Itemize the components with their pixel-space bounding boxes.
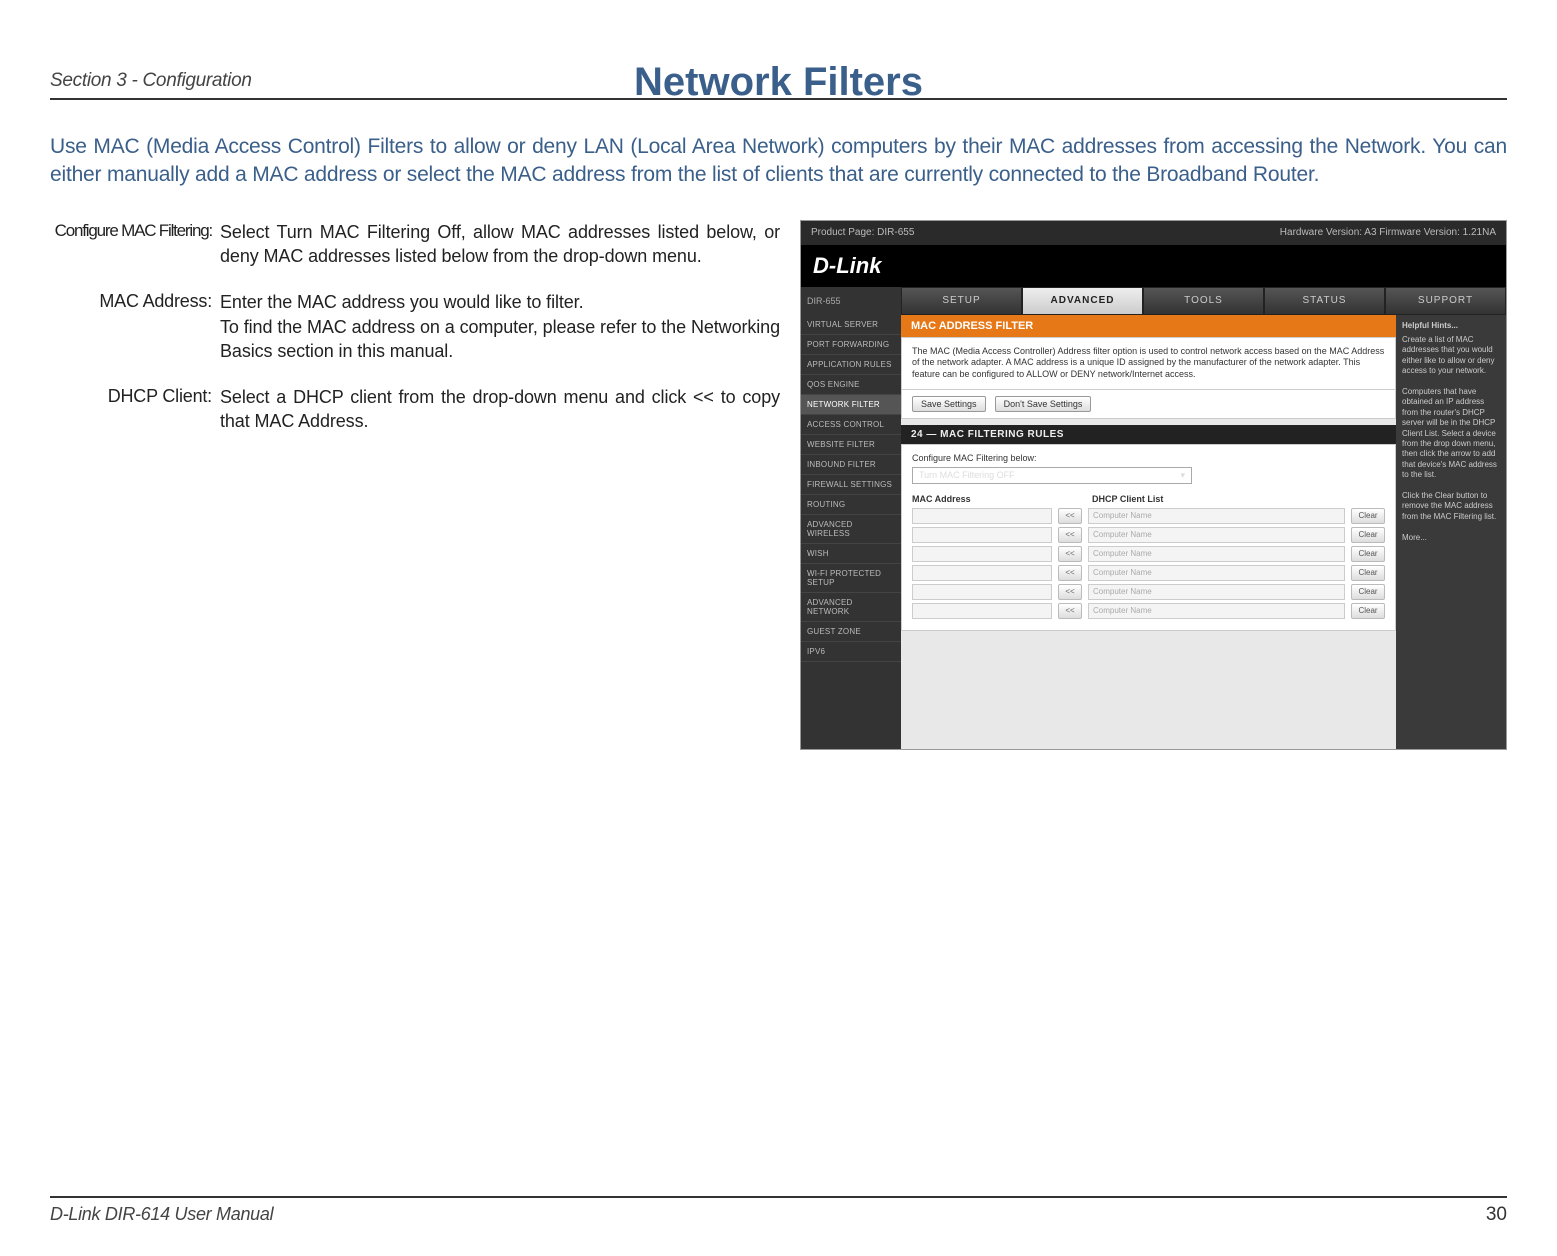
screenshot-nav: DIR-655 SETUP ADVANCED TOOLS STATUS SUPP… bbox=[801, 287, 1506, 315]
definition-text: Enter the MAC address you would like to … bbox=[220, 290, 780, 363]
sidebar-item[interactable]: APPLICATION RULES bbox=[801, 355, 901, 375]
definition-row: MAC Address: Enter the MAC address you w… bbox=[50, 290, 780, 363]
sidebar-item[interactable]: ROUTING bbox=[801, 495, 901, 515]
col-dhcp-client: DHCP Client List bbox=[1092, 494, 1385, 504]
manual-name: D-Link DIR-614 User Manual bbox=[50, 1204, 273, 1226]
page-header: Section 3 - Configuration bbox=[50, 70, 1507, 100]
dhcp-select[interactable]: Computer Name bbox=[1088, 546, 1345, 562]
rules-title-bar: 24 — MAC FILTERING RULES bbox=[901, 425, 1396, 444]
tab-tools[interactable]: TOOLS bbox=[1143, 287, 1264, 315]
save-settings-button[interactable]: Save Settings bbox=[912, 396, 986, 412]
tab-advanced[interactable]: ADVANCED bbox=[1022, 287, 1143, 315]
panel-title-bar: MAC ADDRESS FILTER bbox=[901, 315, 1396, 337]
mac-input[interactable] bbox=[912, 565, 1052, 581]
intro-paragraph: Use MAC (Media Access Control) Filters t… bbox=[50, 133, 1507, 190]
page-footer: D-Link DIR-614 User Manual 30 bbox=[50, 1196, 1507, 1226]
sidebar-item[interactable]: WISH bbox=[801, 544, 901, 564]
copy-arrow-button[interactable]: << bbox=[1058, 546, 1082, 562]
screenshot-topbar: Product Page: DIR-655 Hardware Version: … bbox=[801, 221, 1506, 245]
copy-arrow-button[interactable]: << bbox=[1058, 603, 1082, 619]
section-label: Section 3 - Configuration bbox=[50, 70, 1507, 92]
col-mac-address: MAC Address bbox=[912, 494, 1092, 504]
sidebar-item[interactable]: WEBSITE FILTER bbox=[801, 435, 901, 455]
definition-label: MAC Address: bbox=[50, 290, 220, 363]
nav-product: DIR-655 bbox=[801, 287, 901, 315]
definition-label: Configure MAC Filtering: bbox=[50, 220, 220, 269]
dhcp-select[interactable]: Computer Name bbox=[1088, 527, 1345, 543]
clear-button[interactable]: Clear bbox=[1351, 527, 1385, 543]
screenshot-main-panel: MAC ADDRESS FILTER The MAC (Media Access… bbox=[901, 315, 1396, 749]
clear-button[interactable]: Clear bbox=[1351, 584, 1385, 600]
dhcp-select[interactable]: Computer Name bbox=[1088, 565, 1345, 581]
dont-save-button[interactable]: Don't Save Settings bbox=[995, 396, 1092, 412]
table-row: << Computer Name Clear bbox=[912, 546, 1385, 562]
helpful-hints-panel: Helpful Hints... Create a list of MAC ad… bbox=[1396, 315, 1506, 749]
clear-button[interactable]: Clear bbox=[1351, 508, 1385, 524]
version-label: Hardware Version: A3 Firmware Version: 1… bbox=[1280, 227, 1496, 238]
definition-text: Select Turn MAC Filtering Off, allow MAC… bbox=[220, 220, 780, 269]
hints-title: Helpful Hints... bbox=[1402, 321, 1500, 331]
mac-filtering-select[interactable]: Turn MAC Filtering OFF ▾ bbox=[912, 467, 1192, 484]
tab-support[interactable]: SUPPORT bbox=[1385, 287, 1506, 315]
copy-arrow-button[interactable]: << bbox=[1058, 584, 1082, 600]
sidebar-item[interactable]: ACCESS CONTROL bbox=[801, 415, 901, 435]
dlink-logo: D-Link bbox=[801, 245, 1506, 287]
chevron-down-icon: ▾ bbox=[1180, 470, 1185, 481]
sidebar-item[interactable]: WI-FI PROTECTED SETUP bbox=[801, 564, 901, 593]
mac-input[interactable] bbox=[912, 508, 1052, 524]
sidebar-item[interactable]: QOS ENGINE bbox=[801, 375, 901, 395]
definition-row: DHCP Client: Select a DHCP client from t… bbox=[50, 385, 780, 434]
sidebar-item[interactable]: FIREWALL SETTINGS bbox=[801, 475, 901, 495]
screenshot-sidebar: VIRTUAL SERVER PORT FORWARDING APPLICATI… bbox=[801, 315, 901, 749]
sidebar-item[interactable]: INBOUND FILTER bbox=[801, 455, 901, 475]
definition-text: Select a DHCP client from the drop-down … bbox=[220, 385, 780, 434]
panel-description: The MAC (Media Access Controller) Addres… bbox=[901, 337, 1396, 390]
copy-arrow-button[interactable]: << bbox=[1058, 565, 1082, 581]
select-value: Turn MAC Filtering OFF bbox=[919, 470, 1015, 481]
table-row: << Computer Name Clear bbox=[912, 584, 1385, 600]
page-number: 30 bbox=[1486, 1204, 1507, 1226]
configure-label: Configure MAC Filtering below: bbox=[912, 453, 1385, 463]
copy-arrow-button[interactable]: << bbox=[1058, 508, 1082, 524]
tab-setup[interactable]: SETUP bbox=[901, 287, 1022, 315]
mac-input[interactable] bbox=[912, 527, 1052, 543]
router-screenshot: Product Page: DIR-655 Hardware Version: … bbox=[800, 220, 1507, 750]
dhcp-select[interactable]: Computer Name bbox=[1088, 508, 1345, 524]
clear-button[interactable]: Clear bbox=[1351, 565, 1385, 581]
definition-row: Configure MAC Filtering: Select Turn MAC… bbox=[50, 220, 780, 269]
sidebar-item[interactable]: ADVANCED NETWORK bbox=[801, 593, 901, 622]
copy-arrow-button[interactable]: << bbox=[1058, 527, 1082, 543]
sidebar-item[interactable]: PORT FORWARDING bbox=[801, 335, 901, 355]
mac-input[interactable] bbox=[912, 546, 1052, 562]
mac-input[interactable] bbox=[912, 584, 1052, 600]
table-row: << Computer Name Clear bbox=[912, 508, 1385, 524]
mac-input[interactable] bbox=[912, 603, 1052, 619]
table-row: << Computer Name Clear bbox=[912, 565, 1385, 581]
definition-label: DHCP Client: bbox=[50, 385, 220, 434]
clear-button[interactable]: Clear bbox=[1351, 603, 1385, 619]
sidebar-item[interactable]: IPV6 bbox=[801, 642, 901, 662]
sidebar-item[interactable]: ADVANCED WIRELESS bbox=[801, 515, 901, 544]
clear-button[interactable]: Clear bbox=[1351, 546, 1385, 562]
table-row: << Computer Name Clear bbox=[912, 603, 1385, 619]
dhcp-select[interactable]: Computer Name bbox=[1088, 584, 1345, 600]
table-row: << Computer Name Clear bbox=[912, 527, 1385, 543]
hints-body: Create a list of MAC addresses that you … bbox=[1402, 335, 1500, 543]
sidebar-item-selected[interactable]: NETWORK FILTER bbox=[801, 395, 901, 415]
tab-status[interactable]: STATUS bbox=[1264, 287, 1385, 315]
definitions-list: Configure MAC Filtering: Select Turn MAC… bbox=[50, 220, 780, 456]
sidebar-item[interactable]: VIRTUAL SERVER bbox=[801, 315, 901, 335]
dhcp-select[interactable]: Computer Name bbox=[1088, 603, 1345, 619]
product-page-label: Product Page: DIR-655 bbox=[811, 227, 914, 238]
sidebar-item[interactable]: GUEST ZONE bbox=[801, 622, 901, 642]
